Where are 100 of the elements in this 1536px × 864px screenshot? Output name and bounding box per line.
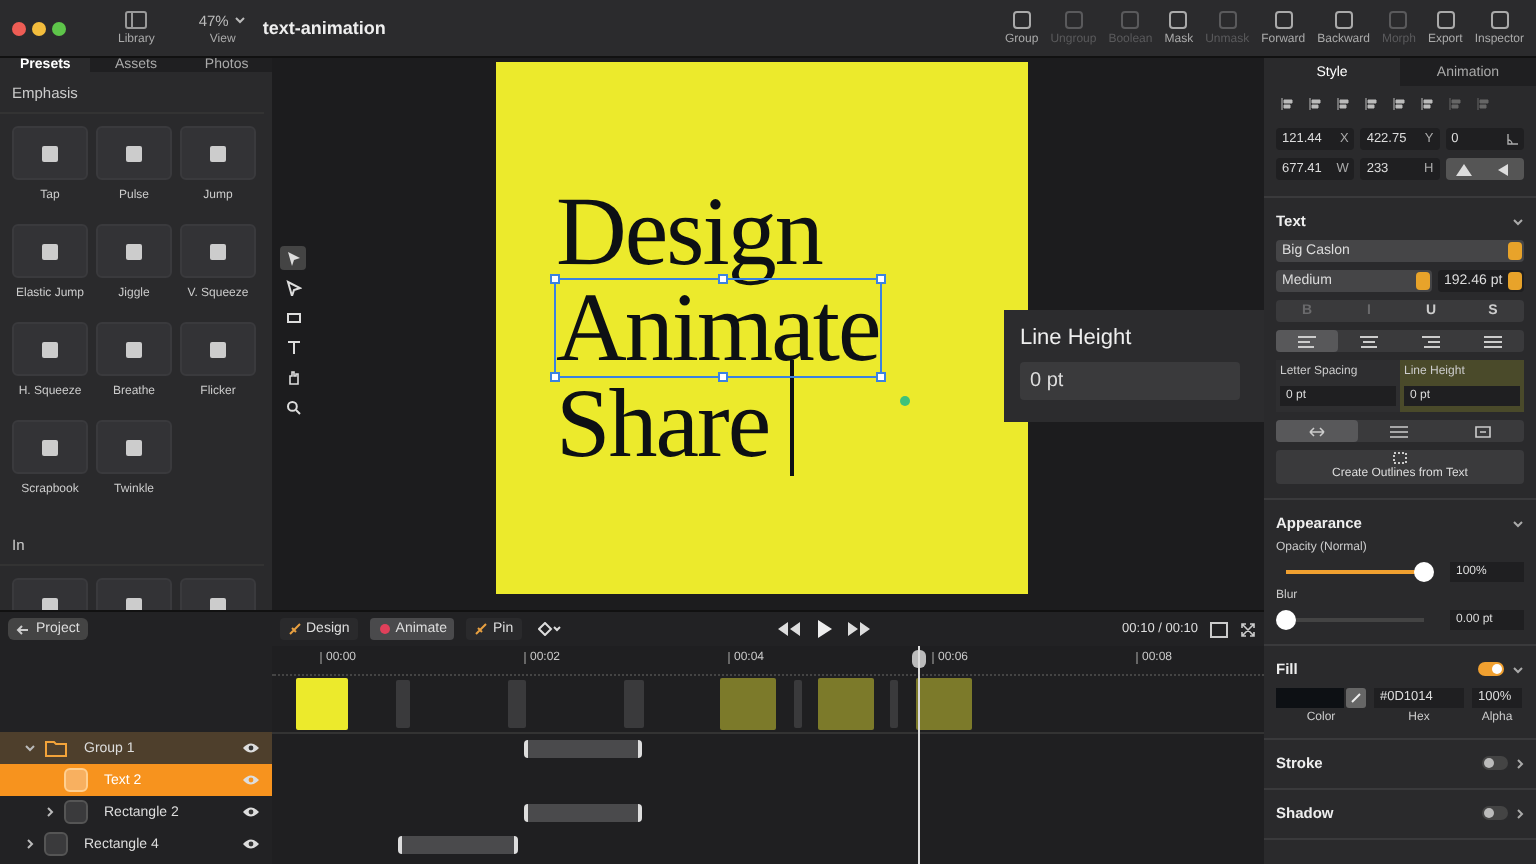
fill-toggle[interactable] xyxy=(1478,662,1504,676)
square-icon xyxy=(1386,10,1411,30)
record-icon xyxy=(377,622,392,636)
align-lines-icon xyxy=(1484,335,1502,347)
square-icon xyxy=(122,337,146,361)
dashed-square-icon xyxy=(1392,452,1408,464)
zoom-button[interactable] xyxy=(52,21,66,35)
keyframe-menu-icon[interactable] xyxy=(537,622,562,636)
text-layer-thumbnail xyxy=(64,768,88,792)
square-icon xyxy=(206,239,230,263)
expand-icon[interactable] xyxy=(1240,621,1256,637)
square-icon xyxy=(206,337,230,361)
popover-label: Line Height xyxy=(1020,326,1134,350)
arrow-icon xyxy=(16,623,30,635)
preset-tile[interactable] xyxy=(180,224,256,278)
line-height-field[interactable]: 0 pt xyxy=(1020,362,1240,400)
slider-thumb[interactable] xyxy=(1276,610,1296,630)
color-swatch[interactable] xyxy=(1276,688,1344,708)
chevron-icon xyxy=(234,16,247,24)
frame-icon xyxy=(1473,425,1492,437)
square-icon xyxy=(1487,10,1512,30)
chevron-icon[interactable] xyxy=(1516,807,1524,819)
rewind-icon[interactable] xyxy=(777,622,800,636)
square-icon xyxy=(1061,10,1086,30)
square-icon xyxy=(1215,10,1240,30)
eye-icon[interactable] xyxy=(242,838,260,850)
animation-bar[interactable] xyxy=(524,804,642,822)
square-icon xyxy=(206,141,230,165)
square-icon xyxy=(1331,10,1356,30)
pen-icon xyxy=(288,622,302,636)
animation-bar[interactable] xyxy=(398,836,518,854)
square-icon xyxy=(122,141,146,165)
square-icon xyxy=(1118,10,1143,30)
preset-tile[interactable] xyxy=(180,126,256,180)
square-icon xyxy=(1433,10,1458,30)
chevron-icon[interactable] xyxy=(24,838,36,850)
preset-tile[interactable] xyxy=(180,322,256,376)
align-icon[interactable] xyxy=(1280,96,1296,112)
align-icon[interactable] xyxy=(1392,96,1408,112)
stroke-toggle[interactable] xyxy=(1482,756,1508,770)
chevron-icon[interactable] xyxy=(1516,757,1524,769)
text-sizing-button[interactable] xyxy=(1276,420,1359,442)
square-icon xyxy=(38,337,62,361)
eyedropper-icon[interactable] xyxy=(1346,688,1366,708)
eye-icon[interactable] xyxy=(242,742,260,754)
preset-tile[interactable] xyxy=(96,420,172,474)
sidebar-icon xyxy=(124,10,149,30)
square-icon xyxy=(38,141,62,165)
align-icon[interactable] xyxy=(1336,96,1352,112)
folder-icon xyxy=(44,738,68,758)
pointer-icon[interactable] xyxy=(280,246,306,270)
preset-tile[interactable] xyxy=(96,126,172,180)
pen-icon xyxy=(474,622,489,636)
align-icon[interactable] xyxy=(1420,96,1436,112)
fit-icon[interactable] xyxy=(1210,621,1228,637)
preset-tile[interactable] xyxy=(12,224,88,278)
preset-tile[interactable] xyxy=(96,224,172,278)
animation-bar[interactable] xyxy=(524,740,642,758)
square-icon xyxy=(1166,10,1191,30)
play-icon[interactable] xyxy=(815,620,832,638)
fast-forward-icon[interactable] xyxy=(847,622,870,636)
frame-thumbnail[interactable] xyxy=(916,678,972,730)
square-icon xyxy=(1009,10,1034,30)
double-arrow-icon xyxy=(1308,425,1327,437)
chevron-icon[interactable] xyxy=(24,742,36,754)
transition-marker[interactable] xyxy=(624,680,644,728)
window-title: text-animation xyxy=(262,18,386,38)
square-icon xyxy=(1271,10,1296,30)
align-icon[interactable] xyxy=(1308,96,1324,112)
frame-thumbnail[interactable] xyxy=(296,678,348,730)
frame-thumbnail[interactable] xyxy=(720,678,776,730)
preset-tile[interactable] xyxy=(12,126,88,180)
close-button[interactable] xyxy=(12,21,26,35)
angle-icon xyxy=(1505,133,1518,145)
align-lines-icon xyxy=(1298,335,1316,347)
chevron-icon[interactable] xyxy=(44,806,56,818)
chevron-icon[interactable] xyxy=(1512,665,1524,673)
rotate-handle[interactable] xyxy=(900,396,910,406)
text-align-button[interactable] xyxy=(1276,330,1338,352)
preset-tile[interactable] xyxy=(12,322,88,376)
lines-icon xyxy=(1390,425,1409,437)
rectangle-layer-thumbnail xyxy=(64,800,88,824)
canvas-text[interactable]: Share xyxy=(556,376,770,472)
chevron-icon[interactable] xyxy=(1512,217,1524,225)
stepper-icon xyxy=(1416,272,1430,290)
rectangle-layer-thumbnail xyxy=(44,832,68,856)
frame-thumbnail[interactable] xyxy=(818,678,874,730)
minimize-button[interactable] xyxy=(32,21,46,35)
flip-buttons[interactable] xyxy=(1445,158,1524,180)
eye-icon[interactable] xyxy=(242,806,260,818)
preset-tile[interactable] xyxy=(12,420,88,474)
transition-marker[interactable] xyxy=(508,680,526,728)
slider-thumb[interactable] xyxy=(1414,562,1434,582)
transition-marker[interactable] xyxy=(396,680,410,728)
playhead[interactable] xyxy=(914,646,924,864)
chevron-icon[interactable] xyxy=(1512,519,1524,527)
align-icon[interactable] xyxy=(1364,96,1380,112)
preset-tile[interactable] xyxy=(96,322,172,376)
shadow-toggle[interactable] xyxy=(1482,806,1508,820)
square-icon xyxy=(38,239,62,263)
